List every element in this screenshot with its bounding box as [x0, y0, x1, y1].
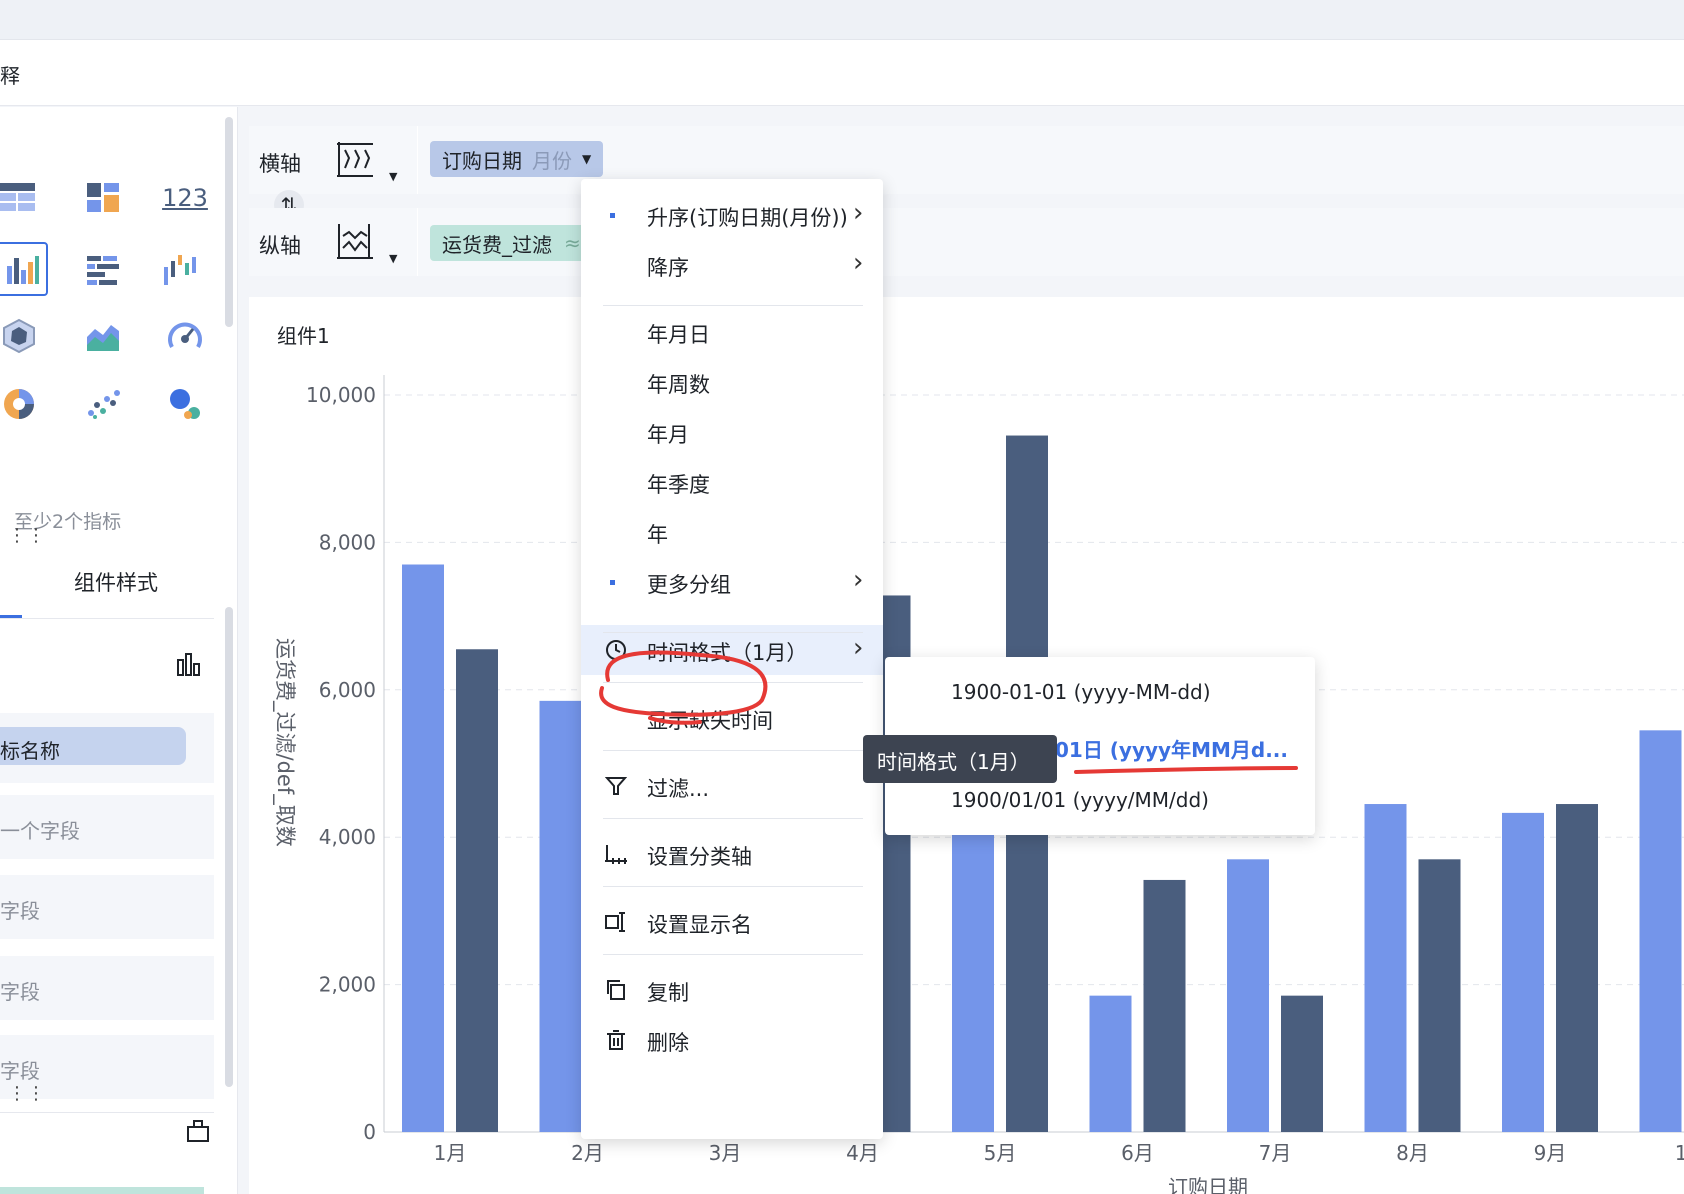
x-tick-label: 3月 [709, 1141, 742, 1165]
bar [1281, 995, 1323, 1132]
x-tick-label: 5月 [984, 1141, 1017, 1165]
bar [1418, 859, 1461, 1132]
format-option-chinese[interactable]: 01日 (yyyy年MM月d... [1055, 734, 1288, 763]
x-tick-label: 4月 [846, 1141, 879, 1165]
menu-item-label: 降序 [647, 256, 689, 280]
menu-item[interactable]: 年周数 [581, 357, 883, 407]
y-tick-label: 8,000 [319, 530, 376, 554]
menu-separator [603, 305, 863, 306]
bar [1227, 859, 1269, 1132]
chevron-right-icon: › [853, 633, 864, 663]
menu-item[interactable]: 年月日 [581, 307, 883, 357]
menu-item-label: 年月 [647, 423, 689, 447]
menu-item-label: 年月日 [647, 323, 710, 347]
menu-separator [603, 632, 863, 633]
bar [1556, 804, 1598, 1132]
bar [952, 822, 994, 1132]
chevron-right-icon: › [853, 198, 864, 228]
menu-item-label: 年周数 [647, 373, 710, 397]
menu-item[interactable]: 显示缺失时间 [581, 693, 883, 743]
bar [1639, 730, 1682, 1132]
chevron-right-icon: › [853, 248, 864, 278]
menu-item[interactable]: 更多分组 › [581, 557, 883, 607]
x-tick-label: 1月 [434, 1141, 467, 1165]
menu-item-label: 时间格式（1月） [647, 641, 808, 665]
menu-separator [603, 682, 863, 683]
menu-item[interactable]: 过滤... [581, 761, 883, 811]
menu-item[interactable]: 设置显示名 [581, 897, 883, 947]
menu-item-label: 年 [647, 523, 668, 547]
menu-item-label: 复制 [647, 981, 689, 1005]
menu-item[interactable]: 降序 › [581, 240, 883, 290]
menu-item[interactable]: 年 [581, 507, 883, 557]
menu-item[interactable]: 年季度 [581, 457, 883, 507]
copy-icon [601, 975, 631, 1005]
x-tick-label: 10 [1675, 1141, 1684, 1165]
context-menu: 升序(订购日期(月份)) › 降序 › 年月日 年周数 年月 年季度年更多分组 › 时间格式（1月… [581, 179, 883, 1139]
x-tick-label: 8月 [1396, 1141, 1429, 1165]
menu-separator [603, 818, 863, 819]
y-axis-title: 运货费_过滤/def_取数 [272, 638, 297, 847]
menu-item-label: 设置分类轴 [647, 845, 752, 869]
y-tick-label: 0 [363, 1120, 376, 1144]
bar [1143, 879, 1186, 1132]
menu-separator [603, 886, 863, 887]
filter-icon [601, 771, 631, 801]
x-tick-label: 6月 [1121, 1141, 1154, 1165]
menu-item-label: 显示缺失时间 [647, 709, 773, 733]
bar [1364, 804, 1407, 1132]
trash-icon [601, 1025, 631, 1055]
clock-icon [601, 635, 631, 665]
format-option-slash[interactable]: 1900/01/01 (yyyy/MM/dd) [951, 788, 1209, 812]
x-tick-label: 2月 [571, 1141, 604, 1165]
menu-separator [603, 750, 863, 751]
menu-item-label: 设置显示名 [647, 913, 752, 937]
y-tick-label: 10,000 [306, 383, 376, 407]
y-tick-label: 4,000 [319, 825, 376, 849]
menu-item[interactable]: 年月 [581, 407, 883, 457]
menu-item[interactable]: 删除 [581, 1015, 883, 1065]
menu-item-label: 升序(订购日期(月份)) [647, 206, 848, 230]
menu-item[interactable]: 复制 [581, 965, 883, 1015]
menu-item-label: 过滤... [647, 777, 710, 801]
rename-icon [601, 907, 631, 937]
bar [402, 564, 444, 1132]
y-tick-label: 2,000 [319, 973, 376, 997]
menu-item-label: 年季度 [647, 473, 710, 497]
menu-item[interactable]: 设置分类轴 [581, 829, 883, 879]
tooltip: 时间格式（1月） [863, 735, 1057, 783]
x-tick-label: 7月 [1259, 1141, 1292, 1165]
bar [456, 649, 498, 1132]
selected-dot-icon [610, 213, 615, 218]
bar [539, 700, 582, 1132]
chevron-right-icon: › [853, 565, 864, 595]
axis-icon [601, 839, 631, 869]
menu-item-label: 更多分组 [647, 573, 731, 597]
x-axis-title: 订购日期 [1168, 1175, 1248, 1194]
y-tick-label: 6,000 [319, 678, 376, 702]
bar [1502, 812, 1544, 1132]
menu-item-label: 删除 [647, 1031, 689, 1055]
x-tick-label: 9月 [1534, 1141, 1567, 1165]
bar [1089, 995, 1132, 1132]
format-option-dash[interactable]: 1900-01-01 (yyyy-MM-dd) [951, 680, 1211, 704]
selected-dot-icon [610, 580, 615, 585]
menu-item[interactable]: 升序(订购日期(月份)) › [581, 190, 883, 240]
menu-separator [603, 954, 863, 955]
